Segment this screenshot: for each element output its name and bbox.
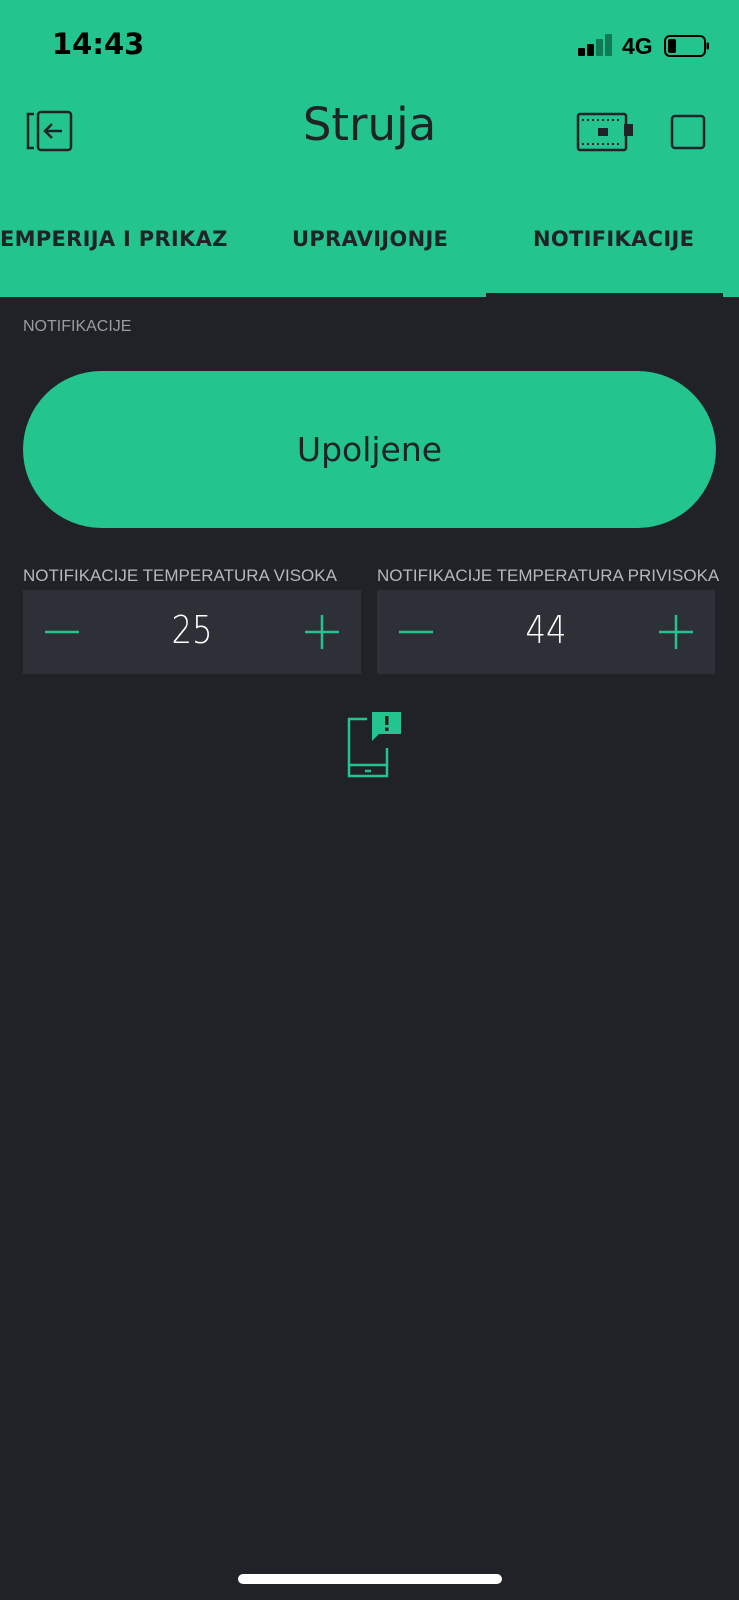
tab-temperatura[interactable]: EMPERIJA I PRIKAZ — [0, 218, 228, 297]
notifications-toggle-button[interactable]: Upoljene — [23, 371, 716, 528]
stepper-value: 25 — [171, 608, 213, 652]
status-time: 14:43 — [52, 27, 145, 61]
plus-icon[interactable] — [659, 614, 693, 650]
stepper-value: 44 — [525, 608, 567, 652]
device-board-icon[interactable] — [576, 112, 634, 152]
active-tab-indicator — [486, 293, 723, 297]
signal-strength-icon — [578, 34, 614, 56]
minus-icon[interactable] — [45, 623, 79, 641]
section-label: NOTIFIKACIJE — [23, 318, 132, 335]
square-icon[interactable] — [670, 114, 706, 150]
stepper-label-visoka: NOTIFIKACIJE TEMPERATURA VISOKA — [23, 566, 337, 585]
tab-notifikacije[interactable]: NOTIFIKACIJE — [533, 218, 694, 297]
phone-notification-icon[interactable] — [347, 710, 403, 778]
stepper-label-privisoka: NOTIFIKACIJE TEMPERATURA PRIVISOKA — [377, 566, 720, 585]
home-indicator[interactable] — [238, 1574, 502, 1584]
plus-icon[interactable] — [305, 614, 339, 650]
stepper-temperatura-privisoka: 44 — [377, 590, 715, 674]
stepper-temperatura-visoka: 25 — [23, 590, 361, 674]
battery-icon — [664, 35, 709, 57]
notifications-toggle-label: Upoljene — [296, 430, 443, 469]
app-screen: 14:43 4G Struja EMPERIJA I PRIKAZ UPRAVI… — [0, 0, 739, 1600]
app-header: 14:43 4G Struja EMPERIJA I PRIKAZ UPRAVI… — [0, 0, 739, 297]
network-type: 4G — [622, 33, 653, 59]
tab-upravljanje[interactable]: UPRAVIJONJE — [292, 218, 448, 297]
tab-bar: EMPERIJA I PRIKAZ UPRAVIJONJE NOTIFIKACI… — [0, 218, 739, 297]
minus-icon[interactable] — [399, 623, 433, 641]
